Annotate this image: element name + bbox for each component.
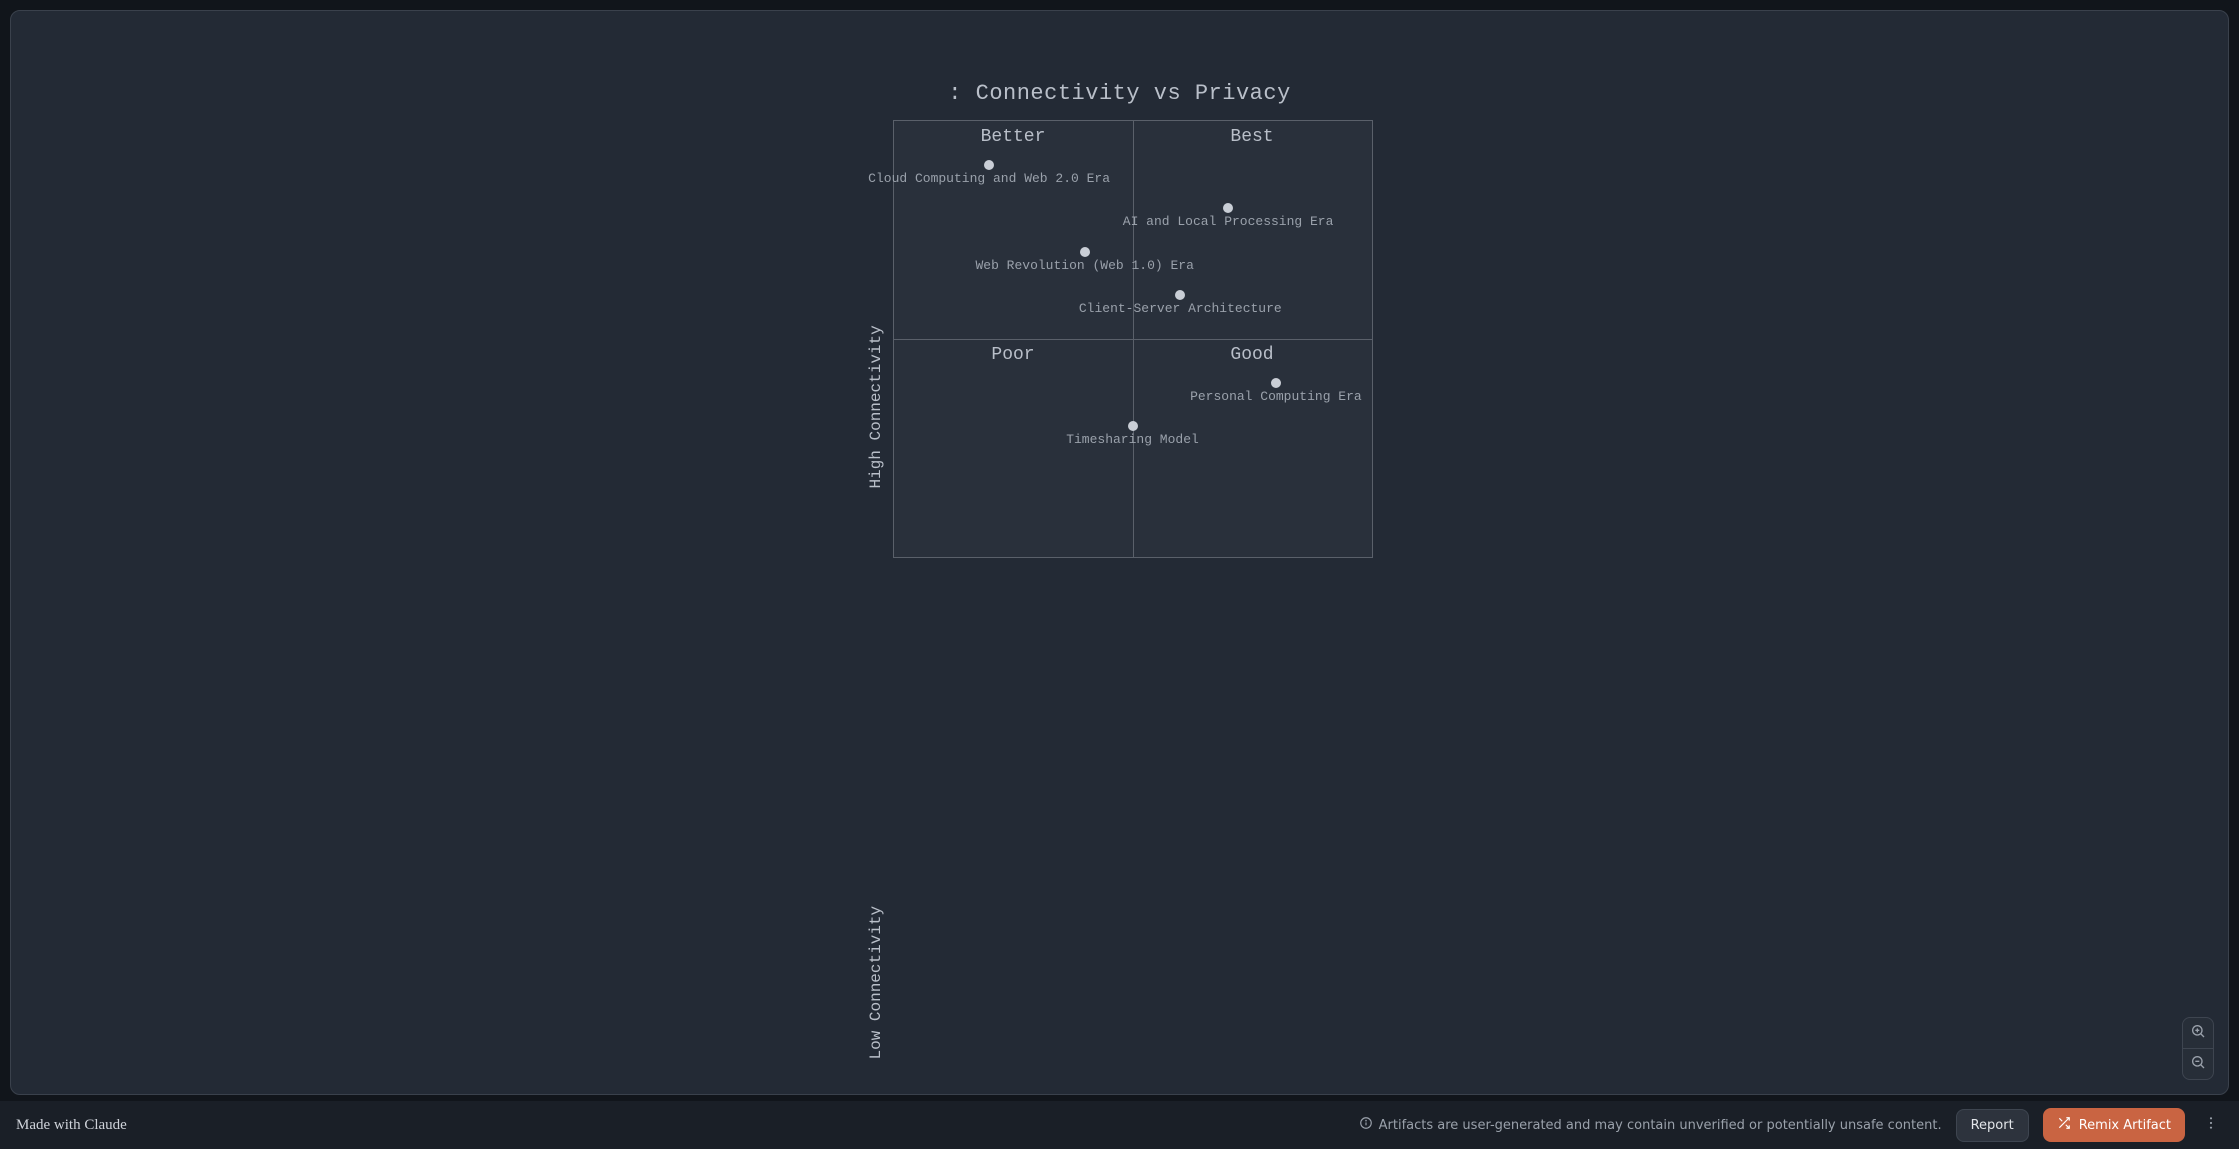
y-axis-low-label: Low Connectivity — [867, 695, 885, 1096]
report-button-label: Report — [1971, 1118, 2014, 1133]
info-icon — [1359, 1116, 1373, 1134]
data-point-label: AI and Local Processing Era — [1123, 214, 1334, 229]
data-point — [1223, 203, 1233, 213]
data-point — [1080, 247, 1090, 257]
data-point-label: Timesharing Model — [1066, 432, 1199, 447]
quadrant-label-better: Better — [981, 127, 1046, 147]
kebab-icon — [2203, 1115, 2219, 1135]
quadrant-label-good: Good — [1230, 345, 1273, 365]
more-menu-button[interactable] — [2199, 1113, 2223, 1137]
remix-button[interactable]: Remix Artifact — [2043, 1108, 2185, 1142]
data-point-label: Client-Server Architecture — [1079, 301, 1282, 316]
quadrant-label-best: Best — [1230, 127, 1273, 147]
data-point — [1271, 378, 1281, 388]
artifact-frame: : Connectivity vs Privacy High Connectiv… — [10, 10, 2229, 1095]
y-axis-high-label: High Connectivity — [867, 120, 885, 695]
data-point-label: Cloud Computing and Web 2.0 Era — [868, 171, 1110, 186]
y-axis: High Connectivity Low Connectivity — [867, 120, 893, 1095]
data-point-label: Web Revolution (Web 1.0) Era — [975, 258, 1193, 273]
chart-plot-area: High Connectivity Low Connectivity Bette… — [867, 120, 1373, 1095]
notice-text: Artifacts are user-generated and may con… — [1379, 1118, 1942, 1133]
quadrant-chart: : Connectivity vs Privacy High Connectiv… — [867, 81, 1373, 1095]
data-point — [1175, 290, 1185, 300]
chart-title: : Connectivity vs Privacy — [948, 81, 1291, 106]
zoom-in-icon — [2190, 1023, 2206, 1043]
zoom-out-button[interactable] — [2183, 1048, 2213, 1079]
brand-label: Made with Claude — [16, 1117, 127, 1134]
quadrant-grid: Better Best Poor Good Cloud Computing an… — [893, 120, 1373, 558]
remix-button-label: Remix Artifact — [2079, 1118, 2171, 1133]
zoom-out-icon — [2190, 1054, 2206, 1074]
quadrant-label-poor: Poor — [991, 345, 1034, 365]
shuffle-icon — [2057, 1116, 2071, 1134]
zoom-controls — [2182, 1017, 2214, 1080]
data-point-label: Personal Computing Era — [1190, 389, 1362, 404]
footer-bar: Made with Claude Artifacts are user-gene… — [0, 1101, 2239, 1149]
notice: Artifacts are user-generated and may con… — [1359, 1116, 1942, 1134]
data-point — [1128, 421, 1138, 431]
data-point — [984, 160, 994, 170]
zoom-in-button[interactable] — [2183, 1018, 2213, 1048]
report-button[interactable]: Report — [1956, 1109, 2029, 1142]
